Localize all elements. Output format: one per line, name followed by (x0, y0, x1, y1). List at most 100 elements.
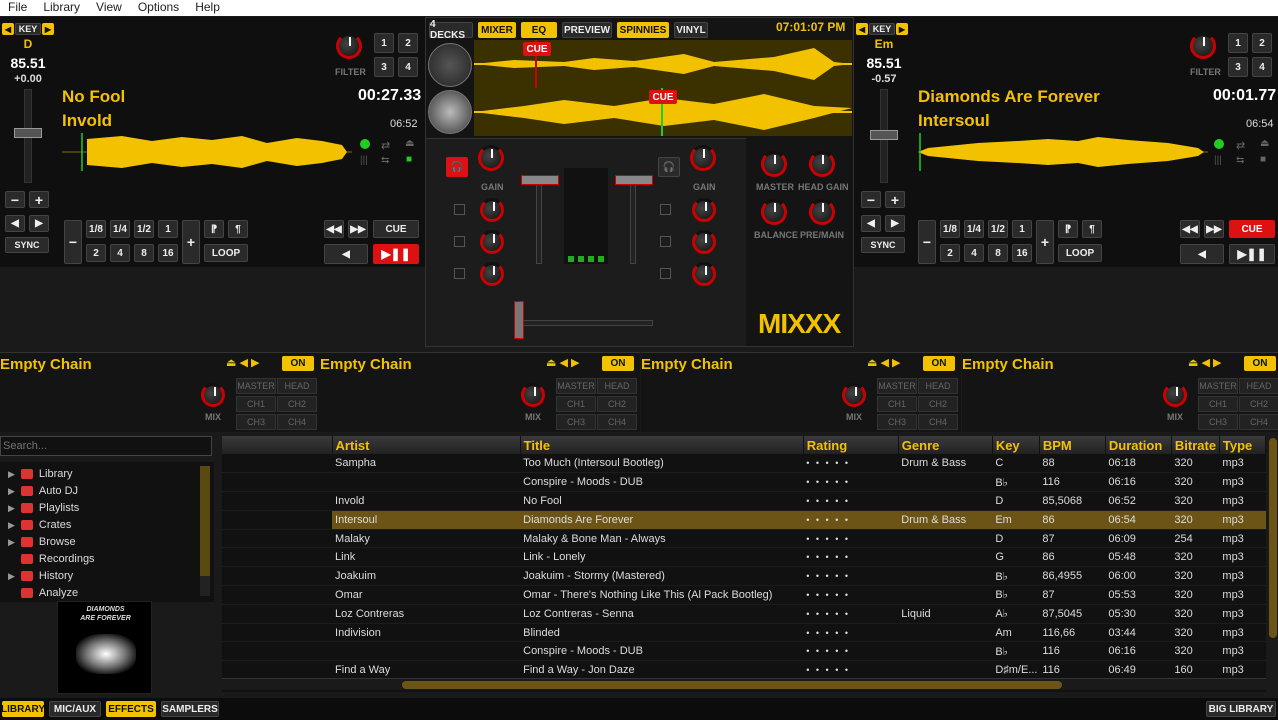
effect-mix-knob[interactable] (201, 383, 225, 407)
balance-knob[interactable] (761, 199, 787, 225)
table-row[interactable]: Loz Contreras Loz Contreras - Senna • • • … (222, 604, 1266, 624)
hotcue-2-button[interactable]: 2 (398, 33, 418, 53)
master-knob[interactable] (761, 151, 787, 177)
table-row[interactable]: Conspire - Moods - DUB • • • • • B♭ 116 06:1… (222, 641, 1266, 662)
fast-forward-icon[interactable]: ▶▶ (1204, 220, 1224, 238)
route-head[interactable]: HEAD (597, 378, 637, 394)
filter-knob[interactable] (1190, 33, 1216, 59)
sidebar-item-playlists[interactable]: ▶ Playlists (8, 502, 79, 514)
loop-out-button[interactable]: ¶ (1082, 220, 1102, 238)
tab-spinnies[interactable]: SPINNIES (617, 22, 669, 38)
spinny-right[interactable] (428, 90, 472, 134)
hotcue-3-button[interactable]: 3 (374, 57, 394, 77)
menu-file[interactable]: File (0, 0, 35, 16)
route-ch3[interactable]: CH3 (877, 414, 917, 430)
sync-button[interactable]: SYNC (5, 237, 49, 253)
route-master[interactable]: MASTER (1198, 378, 1238, 394)
sync-button[interactable]: SYNC (861, 237, 905, 253)
beatloop-1-4-button[interactable]: 1/4 (110, 220, 130, 238)
gain-knob-right[interactable] (690, 145, 716, 171)
eq-kill-high-right[interactable] (660, 204, 671, 215)
beatloop-1-4-button[interactable]: 1/4 (964, 220, 984, 238)
column-header[interactable] (222, 436, 333, 454)
effect-chain-name[interactable]: Empty Chain (0, 356, 92, 373)
route-ch1[interactable]: CH1 (1198, 396, 1238, 412)
hotcue-3-button[interactable]: 3 (1228, 57, 1248, 77)
column-header[interactable]: Duration (1105, 436, 1172, 454)
route-head[interactable]: HEAD (277, 378, 317, 394)
lock-icon[interactable]: ■ (1260, 154, 1266, 165)
pitch-slider[interactable] (14, 89, 42, 183)
column-header[interactable]: Type (1219, 436, 1267, 454)
effect-on-button[interactable]: ON (282, 356, 314, 371)
hotcue-1-button[interactable]: 1 (374, 33, 394, 53)
column-header[interactable]: Rating (803, 436, 899, 454)
key-down-arrow-icon[interactable]: ◀ (856, 23, 868, 35)
route-ch2[interactable]: CH2 (918, 396, 958, 412)
rewind-icon[interactable]: ◀◀ (1180, 220, 1200, 238)
route-ch4[interactable]: CH4 (1239, 414, 1278, 430)
head-gain-knob[interactable] (809, 151, 835, 177)
toggle-library[interactable]: LIBRARY (1, 701, 45, 717)
sidebar-scrollbar[interactable] (200, 466, 210, 596)
route-ch2[interactable]: CH2 (597, 396, 637, 412)
tab-eq[interactable]: EQ (521, 22, 557, 38)
loop-minus-button[interactable]: − (918, 220, 936, 264)
beatloop-1-2-button[interactable]: 1/2 (988, 220, 1008, 238)
reverse-icon[interactable]: ◀ (1180, 244, 1224, 264)
column-header[interactable]: BPM (1039, 436, 1106, 454)
sidebar-item-analyze[interactable]: ▶Analyze (8, 587, 78, 599)
hotcue-4-button[interactable]: 4 (398, 57, 418, 77)
nudge-left-icon[interactable]: ◀ (5, 215, 25, 232)
route-ch1[interactable]: CH1 (236, 396, 276, 412)
sidebar-item-library[interactable]: ▶ Library (8, 468, 73, 480)
route-ch2[interactable]: CH2 (277, 396, 317, 412)
column-header[interactable]: Title (520, 436, 804, 454)
quantize-icon[interactable] (1214, 139, 1224, 149)
overview-waveform[interactable] (918, 131, 1208, 173)
route-ch4[interactable]: CH4 (918, 414, 958, 430)
table-row[interactable]: Invold No Fool • • • • • D 85,5068 06:52 320 mp… (222, 491, 1266, 511)
horizontal-scrollbar[interactable] (222, 678, 1266, 690)
spinny-left[interactable] (428, 43, 472, 87)
pitch-slider[interactable] (870, 89, 898, 183)
eject-icon[interactable]: ⏏ (405, 138, 414, 149)
eq-mid-knob-left[interactable] (480, 230, 504, 254)
beatloop-1-button[interactable]: 1 (158, 220, 178, 238)
route-master[interactable]: MASTER (877, 378, 917, 394)
beatloop-8-button[interactable]: 8 (988, 244, 1008, 262)
route-head[interactable]: HEAD (918, 378, 958, 394)
eq-high-knob-left[interactable] (480, 198, 504, 222)
route-ch3[interactable]: CH3 (556, 414, 596, 430)
tab-vinyl[interactable]: VINYL (674, 22, 708, 38)
crossfader-handle[interactable] (514, 301, 524, 339)
effect-on-button[interactable]: ON (1244, 356, 1276, 371)
sidebar-item-history[interactable]: ▶ History (8, 570, 73, 582)
keylock-icon[interactable]: ||| (1214, 155, 1222, 166)
beatloop-4-button[interactable]: 4 (964, 244, 984, 262)
route-ch2[interactable]: CH2 (1239, 396, 1278, 412)
eq-low-knob-left[interactable] (480, 262, 504, 286)
lock-icon[interactable]: ■ (406, 154, 412, 165)
repeat-icon[interactable]: ⇄ (1236, 139, 1245, 152)
pitch-plus-button[interactable]: + (29, 191, 49, 208)
toggle-effects[interactable]: EFFECTS (106, 701, 156, 717)
loop-button[interactable]: LOOP (1058, 244, 1102, 262)
beatloop-1-button[interactable]: 1 (1012, 220, 1032, 238)
crossfader[interactable] (521, 320, 653, 326)
loop-out-button[interactable]: ¶ (228, 220, 248, 238)
play-pause-button[interactable]: ▶❚❚ (1229, 244, 1275, 264)
fast-forward-icon[interactable]: ▶▶ (348, 220, 368, 238)
eq-mid-knob-right[interactable] (692, 230, 716, 254)
column-header[interactable]: Key (992, 436, 1040, 454)
route-master[interactable]: MASTER (236, 378, 276, 394)
table-row[interactable]: Conspire - Moods - DUB • • • • • B♭ 116 06:1… (222, 472, 1266, 493)
column-header[interactable]: Artist (332, 436, 521, 454)
rewind-icon[interactable]: ◀◀ (324, 220, 344, 238)
quantize-icon[interactable] (360, 139, 370, 149)
keylock-icon[interactable]: ||| (360, 155, 368, 166)
eq-low-knob-right[interactable] (692, 262, 716, 286)
beatloop-1-8-button[interactable]: 1/8 (86, 220, 106, 238)
key-up-arrow-icon[interactable]: ▶ (896, 23, 908, 35)
route-master[interactable]: MASTER (556, 378, 596, 394)
